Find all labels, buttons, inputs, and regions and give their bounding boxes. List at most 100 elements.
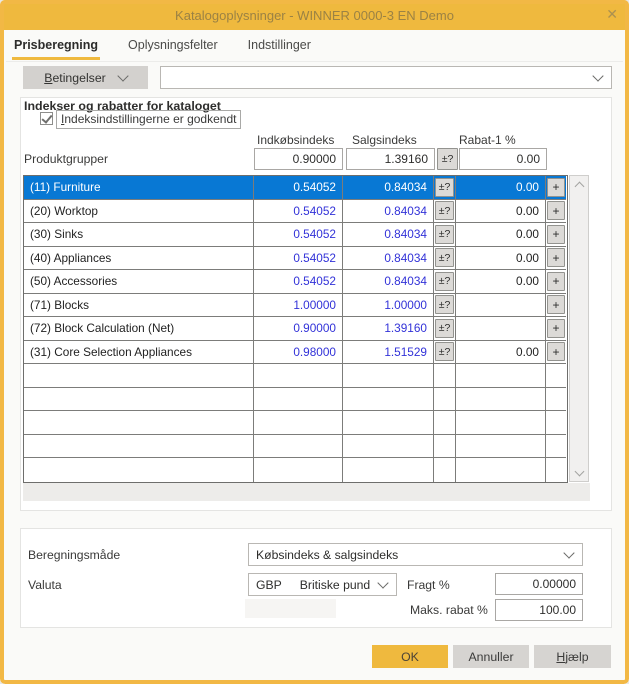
row-name-cell[interactable]	[24, 364, 254, 388]
currency-dropdown[interactable]: GBP Britiske pund	[248, 573, 397, 596]
row-rabat-cell[interactable]: 0.00	[456, 341, 546, 365]
conditions-combobox[interactable]	[160, 66, 612, 89]
vertical-scrollbar[interactable]	[569, 175, 589, 482]
row-rabat-cell[interactable]	[456, 458, 546, 482]
help-button[interactable]: Hjælp	[534, 645, 611, 668]
tab-indstillinger[interactable]: Indstillinger	[246, 38, 313, 60]
calc-method-dropdown[interactable]: Købsindeks & salgsindeks	[248, 543, 583, 566]
scroll-down-icon[interactable]	[570, 464, 588, 481]
row-sell-index-cell[interactable]: 1.39160	[343, 317, 434, 341]
row-sell-index-cell[interactable]: 1.51529	[343, 341, 434, 365]
row-rabat-cell[interactable]: 0.00	[456, 176, 546, 200]
approved-checkbox-label[interactable]: Indeksindstillingerne er godkendt	[56, 110, 241, 129]
approved-checkbox[interactable]	[40, 112, 53, 125]
row-plus-cell[interactable]: +	[546, 176, 566, 200]
row-sell-index-cell[interactable]	[343, 435, 434, 459]
plus-minus-question-button[interactable]: ±?	[435, 272, 454, 291]
plus-minus-question-button[interactable]: ±?	[435, 295, 454, 314]
plus-minus-question-button[interactable]: ±?	[435, 319, 454, 338]
table-row[interactable]: (50) Accessories0.540520.84034±?0.00+	[24, 270, 567, 294]
row-pm-cell[interactable]	[434, 458, 456, 482]
row-name-cell[interactable]: (30) Sinks	[24, 223, 254, 247]
table-row[interactable]: (40) Appliances0.540520.84034±?0.00+	[24, 247, 567, 271]
row-pm-cell[interactable]	[434, 411, 456, 435]
row-buy-index-cell[interactable]	[254, 411, 343, 435]
row-name-cell[interactable]	[24, 411, 254, 435]
row-name-cell[interactable]: (11) Furniture	[24, 176, 254, 200]
close-icon[interactable]: ✕	[606, 6, 618, 22]
add-button[interactable]: +	[547, 272, 565, 291]
row-pm-cell[interactable]: ±?	[434, 223, 456, 247]
tab-oplysningsfelter[interactable]: Oplysningsfelter	[126, 38, 220, 60]
row-rabat-cell[interactable]	[456, 435, 546, 459]
row-rabat-cell[interactable]: 0.00	[456, 247, 546, 271]
row-plus-cell[interactable]	[546, 458, 566, 482]
row-sell-index-cell[interactable]	[343, 388, 434, 412]
row-plus-cell[interactable]	[546, 411, 566, 435]
plus-minus-question-button[interactable]: ±?	[435, 201, 454, 220]
cancel-button[interactable]: Annuller	[453, 645, 529, 668]
table-row[interactable]	[24, 364, 567, 388]
row-sell-index-cell[interactable]: 0.84034	[343, 176, 434, 200]
row-plus-cell[interactable]	[546, 364, 566, 388]
max-discount-field[interactable]	[495, 599, 583, 621]
tab-prisberegning[interactable]: Prisberegning	[12, 38, 100, 60]
row-buy-index-cell[interactable]	[254, 458, 343, 482]
row-buy-index-cell[interactable]	[254, 435, 343, 459]
table-row[interactable]	[24, 435, 567, 459]
conditions-dropdown-button[interactable]: Betingelser	[23, 66, 148, 89]
row-rabat-cell[interactable]	[456, 294, 546, 318]
row-buy-index-cell[interactable]: 0.54052	[254, 176, 343, 200]
row-plus-cell[interactable]: +	[546, 294, 566, 318]
product-groups-sell-index-field[interactable]	[346, 148, 435, 170]
row-rabat-cell[interactable]: 0.00	[456, 200, 546, 224]
row-sell-index-cell[interactable]	[343, 364, 434, 388]
add-button[interactable]: +	[547, 225, 565, 244]
add-button[interactable]: +	[547, 342, 565, 361]
row-sell-index-cell[interactable]	[343, 458, 434, 482]
table-row[interactable]: (31) Core Selection Appliances0.980001.5…	[24, 341, 567, 365]
ok-button[interactable]: OK	[372, 645, 448, 668]
row-rabat-cell[interactable]	[456, 411, 546, 435]
add-button[interactable]: +	[547, 295, 565, 314]
row-pm-cell[interactable]	[434, 435, 456, 459]
row-pm-cell[interactable]: ±?	[434, 270, 456, 294]
row-plus-cell[interactable]: +	[546, 270, 566, 294]
row-pm-cell[interactable]: ±?	[434, 176, 456, 200]
row-buy-index-cell[interactable]: 0.54052	[254, 223, 343, 247]
table-row[interactable]	[24, 458, 567, 482]
plus-minus-question-button[interactable]: ±?	[435, 342, 454, 361]
table-row[interactable]: (72) Block Calculation (Net)0.900001.391…	[24, 317, 567, 341]
table-row[interactable]: (11) Furniture0.540520.84034±?0.00+	[24, 176, 567, 200]
row-name-cell[interactable]: (72) Block Calculation (Net)	[24, 317, 254, 341]
add-button[interactable]: +	[547, 248, 565, 267]
scroll-up-icon[interactable]	[570, 176, 588, 193]
row-sell-index-cell[interactable]	[343, 411, 434, 435]
row-name-cell[interactable]	[24, 435, 254, 459]
table-row[interactable]	[24, 388, 567, 412]
row-rabat-cell[interactable]	[456, 317, 546, 341]
product-groups-buy-index-field[interactable]	[254, 148, 343, 170]
plus-minus-question-button[interactable]: ±?	[435, 248, 454, 267]
row-pm-cell[interactable]	[434, 388, 456, 412]
row-name-cell[interactable]: (20) Worktop	[24, 200, 254, 224]
row-name-cell[interactable]: (71) Blocks	[24, 294, 254, 318]
add-button[interactable]: +	[547, 319, 565, 338]
row-pm-cell[interactable]: ±?	[434, 247, 456, 271]
row-sell-index-cell[interactable]: 0.84034	[343, 223, 434, 247]
row-name-cell[interactable]: (31) Core Selection Appliances	[24, 341, 254, 365]
table-row[interactable]: (20) Worktop0.540520.84034±?0.00+	[24, 200, 567, 224]
row-buy-index-cell[interactable]: 0.54052	[254, 200, 343, 224]
row-name-cell[interactable]: (40) Appliances	[24, 247, 254, 271]
row-name-cell[interactable]	[24, 388, 254, 412]
row-plus-cell[interactable]	[546, 388, 566, 412]
row-plus-cell[interactable]: +	[546, 317, 566, 341]
row-plus-cell[interactable]: +	[546, 341, 566, 365]
row-plus-cell[interactable]	[546, 435, 566, 459]
add-button[interactable]: +	[547, 201, 565, 220]
row-pm-cell[interactable]: ±?	[434, 341, 456, 365]
row-buy-index-cell[interactable]: 0.90000	[254, 317, 343, 341]
row-buy-index-cell[interactable]	[254, 364, 343, 388]
table-row[interactable]: (71) Blocks1.000001.00000±?+	[24, 294, 567, 318]
horizontal-scrollbar[interactable]	[23, 483, 590, 501]
